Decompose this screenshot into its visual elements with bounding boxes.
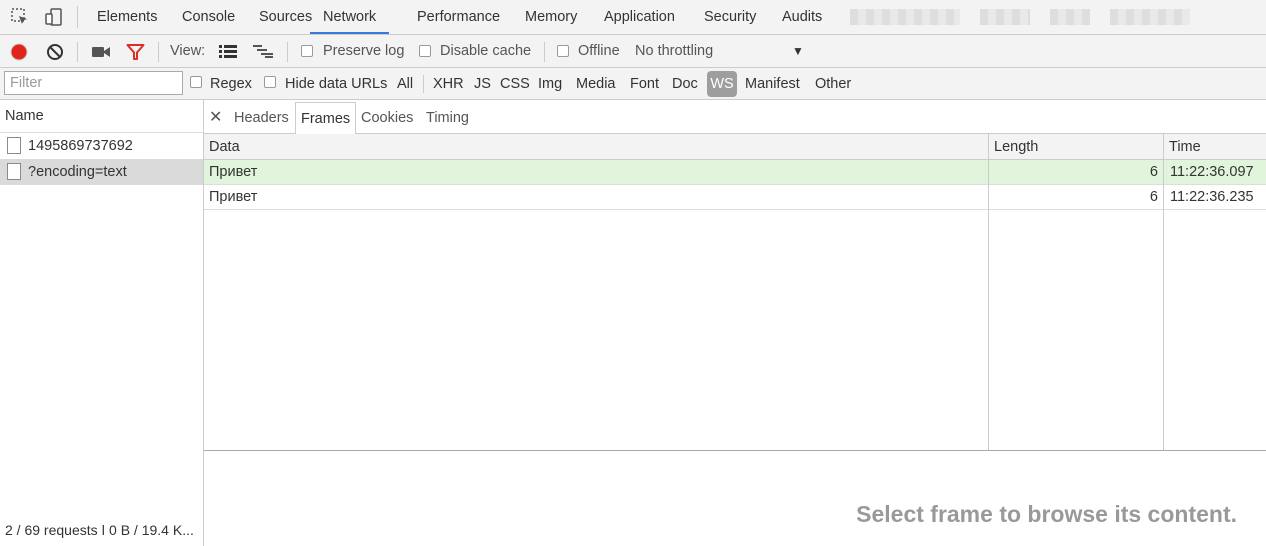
column-divider[interactable] bbox=[988, 134, 989, 450]
tab-audits[interactable]: Audits bbox=[782, 0, 822, 34]
request-detail-panel: ✕ Headers Frames Cookies Timing Data Len… bbox=[204, 100, 1266, 546]
toolbar-separator bbox=[544, 42, 545, 62]
filter-icon[interactable] bbox=[126, 43, 145, 64]
toolbar-separator bbox=[158, 42, 159, 62]
overview-waterfall-icon[interactable] bbox=[253, 44, 274, 61]
tab-application[interactable]: Application bbox=[604, 0, 675, 34]
preserve-log-checkbox[interactable] bbox=[301, 45, 313, 57]
tab-console[interactable]: Console bbox=[182, 0, 235, 34]
blurred-tab bbox=[980, 9, 1030, 25]
filter-type-xhr[interactable]: XHR bbox=[430, 71, 467, 97]
filter-type-manifest[interactable]: Manifest bbox=[742, 71, 803, 97]
filter-type-img[interactable]: Img bbox=[535, 71, 565, 97]
disable-cache-label: Disable cache bbox=[440, 43, 532, 59]
filter-type-css[interactable]: CSS bbox=[497, 71, 533, 97]
filter-input[interactable] bbox=[4, 71, 183, 95]
filter-type-font[interactable]: Font bbox=[627, 71, 662, 97]
time-column-header[interactable]: Time bbox=[1164, 134, 1201, 160]
close-icon[interactable]: ✕ bbox=[209, 107, 222, 127]
tab-cookies[interactable]: Cookies bbox=[361, 100, 413, 134]
large-rows-icon[interactable] bbox=[219, 44, 237, 61]
preserve-log-label: Preserve log bbox=[323, 43, 405, 59]
tab-network[interactable]: Network bbox=[310, 0, 390, 34]
column-divider[interactable] bbox=[1163, 134, 1164, 450]
request-name: 1495869737692 bbox=[28, 138, 133, 154]
regex-label: Regex bbox=[210, 76, 252, 92]
hide-data-urls-label: Hide data URLs bbox=[285, 76, 388, 92]
request-row[interactable]: 1495869737692 bbox=[0, 133, 203, 159]
tab-performance[interactable]: Performance bbox=[417, 0, 500, 34]
throttling-select[interactable]: No throttling ▼ bbox=[635, 35, 810, 68]
frame-length: 6 bbox=[1149, 189, 1158, 205]
blurred-tab bbox=[1110, 9, 1190, 25]
filter-type-other[interactable]: Other bbox=[812, 71, 854, 97]
frame-time: 11:22:36.235 bbox=[1170, 189, 1254, 205]
detail-tabbar: ✕ Headers Frames Cookies Timing bbox=[204, 100, 1266, 135]
view-label: View: bbox=[170, 43, 206, 59]
tabbar-separator bbox=[77, 6, 78, 28]
frame-content-placeholder: Select frame to browse its content. bbox=[856, 501, 1237, 527]
filter-type-doc[interactable]: Doc bbox=[669, 71, 701, 97]
record-icon[interactable] bbox=[10, 43, 28, 64]
tab-headers[interactable]: Headers bbox=[234, 100, 289, 134]
tab-security[interactable]: Security bbox=[704, 0, 756, 34]
blurred-tab bbox=[1050, 9, 1090, 25]
throttling-value: No throttling bbox=[635, 43, 714, 59]
document-icon bbox=[7, 137, 21, 154]
filter-separator bbox=[423, 75, 424, 93]
data-column-header[interactable]: Data bbox=[204, 134, 240, 160]
frames-table: Data Length Time Привет 6 11:22:36.097 П… bbox=[204, 134, 1266, 451]
request-list: Name 1495869737692 ?encoding=text 2 / 69… bbox=[0, 100, 204, 546]
name-column-header[interactable]: Name bbox=[0, 100, 203, 133]
tab-timing[interactable]: Timing bbox=[426, 100, 469, 134]
device-toolbar-icon[interactable] bbox=[43, 6, 65, 28]
frame-data: Привет bbox=[209, 164, 258, 180]
network-toolbar: View: Preserve log Disable cache Offline… bbox=[0, 35, 1266, 68]
blurred-tab bbox=[850, 9, 960, 25]
request-summary: 2 / 69 requests ǀ 0 B / 19.4 K... bbox=[5, 522, 194, 538]
capture-screenshots-icon[interactable] bbox=[91, 44, 111, 63]
hide-data-urls-checkbox[interactable] bbox=[264, 76, 276, 88]
frames-table-header: Data Length Time bbox=[204, 134, 1266, 160]
tab-elements[interactable]: Elements bbox=[97, 0, 157, 34]
devtools-tabbar: Elements Console Sources Network Perform… bbox=[0, 0, 1266, 35]
clear-icon[interactable] bbox=[46, 43, 64, 64]
offline-label: Offline bbox=[578, 43, 620, 59]
frame-data: Привет bbox=[209, 189, 258, 205]
tab-frames[interactable]: Frames bbox=[295, 102, 357, 135]
table-row[interactable]: Привет 6 11:22:36.235 bbox=[204, 185, 1266, 210]
frame-length: 6 bbox=[1149, 164, 1158, 180]
filter-type-all[interactable]: All bbox=[394, 71, 416, 97]
tab-memory[interactable]: Memory bbox=[525, 0, 577, 34]
toolbar-separator bbox=[77, 42, 78, 62]
offline-checkbox[interactable] bbox=[557, 45, 569, 57]
document-icon bbox=[7, 163, 21, 180]
toolbar-separator bbox=[287, 42, 288, 62]
inspect-element-icon[interactable] bbox=[9, 6, 31, 28]
length-column-header[interactable]: Length bbox=[989, 134, 1038, 160]
filter-type-js[interactable]: JS bbox=[471, 71, 494, 97]
request-name: ?encoding=text bbox=[28, 164, 127, 180]
request-row[interactable]: ?encoding=text bbox=[0, 159, 203, 185]
filter-type-media[interactable]: Media bbox=[573, 71, 619, 97]
tab-sources[interactable]: Sources bbox=[259, 0, 312, 34]
disable-cache-checkbox[interactable] bbox=[419, 45, 431, 57]
filter-type-ws[interactable]: WS bbox=[707, 71, 737, 97]
chevron-down-icon: ▼ bbox=[792, 44, 804, 58]
table-row[interactable]: Привет 6 11:22:36.097 bbox=[204, 160, 1266, 185]
filter-bar: Regex Hide data URLs All XHR JS CSS Img … bbox=[0, 68, 1266, 100]
frame-time: 11:22:36.097 bbox=[1170, 164, 1254, 180]
regex-checkbox[interactable] bbox=[190, 76, 202, 88]
